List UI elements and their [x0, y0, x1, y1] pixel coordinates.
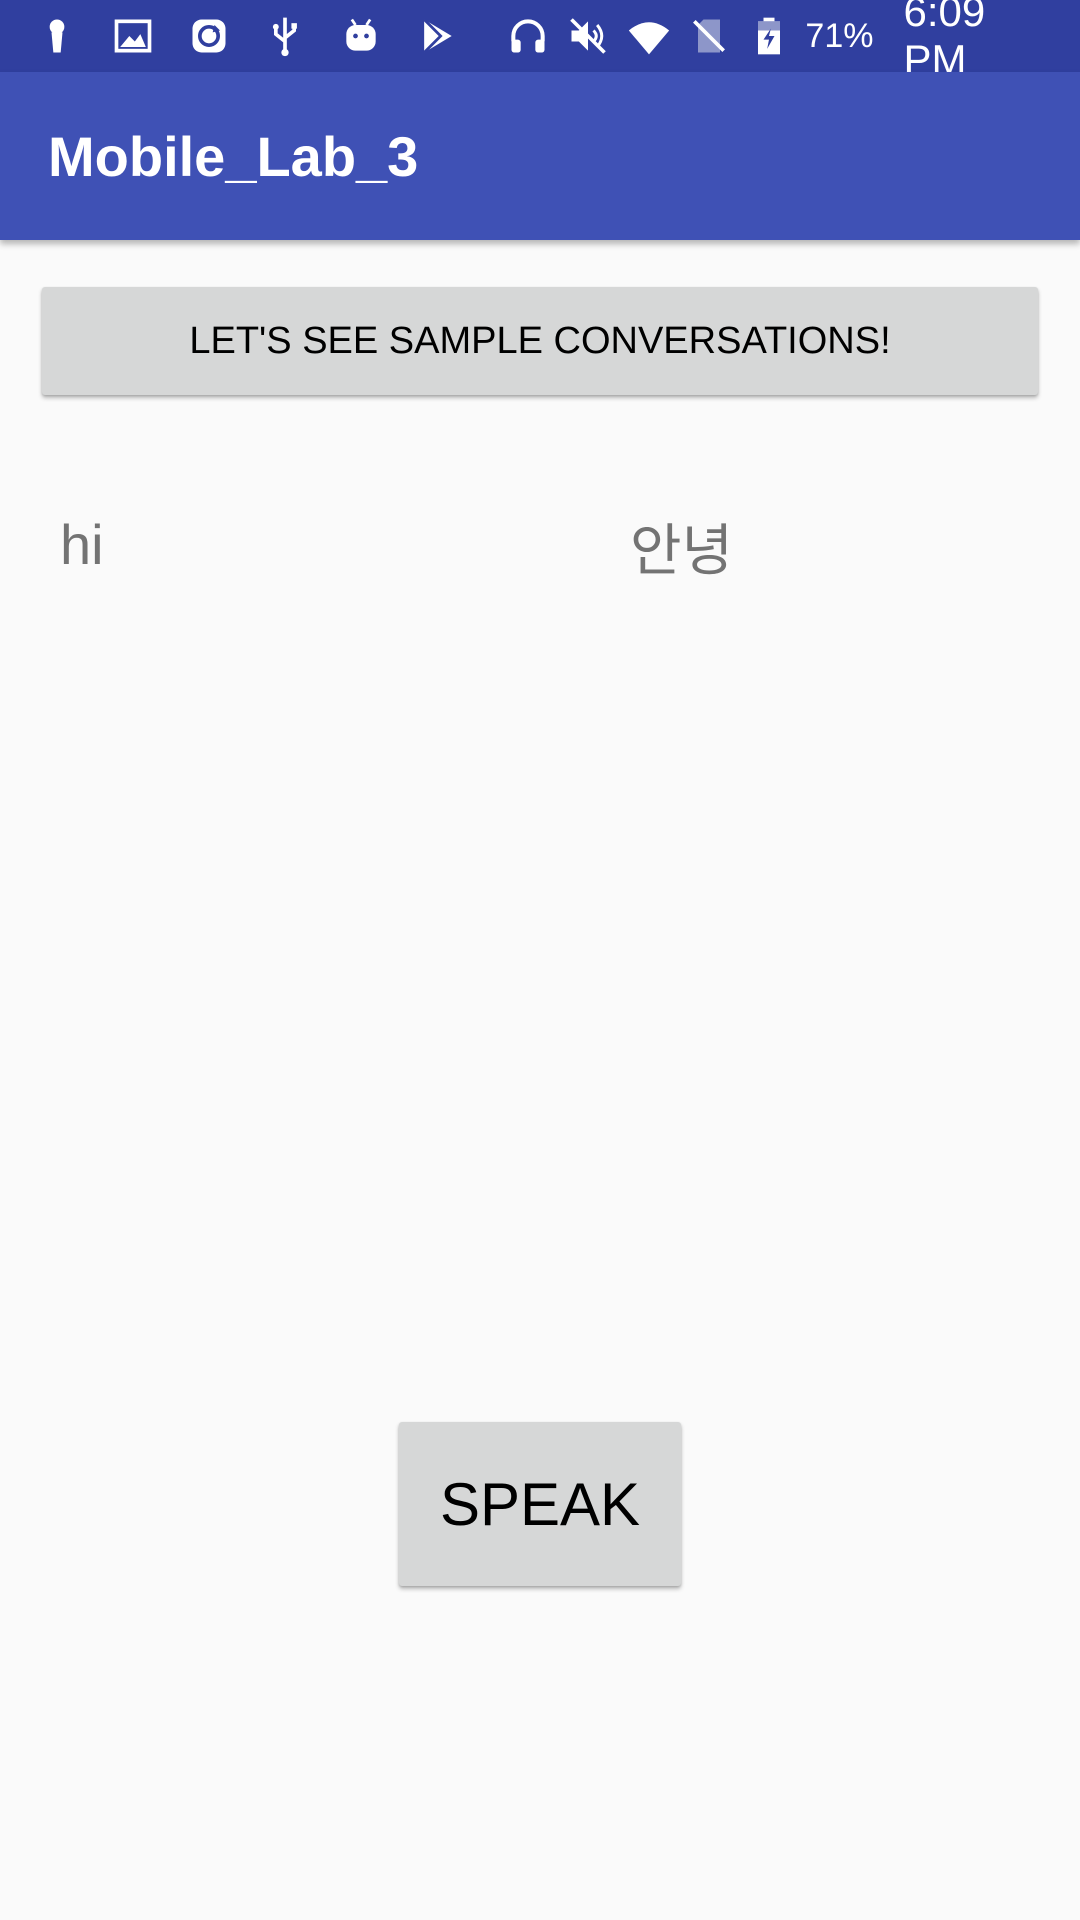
speak-button[interactable]: SPEAK	[399, 1422, 681, 1586]
battery-percentage: 71%	[805, 16, 874, 55]
status-bar: 71% 6:09 PM	[0, 0, 1080, 83]
headphones-icon	[506, 13, 550, 59]
battery-charging-icon	[747, 13, 791, 59]
status-bar-left	[34, 13, 490, 59]
sync-icon	[186, 13, 232, 59]
source-text: hi	[60, 513, 104, 576]
play-store-icon	[414, 13, 460, 59]
app-title: Mobile_Lab_3	[48, 124, 419, 188]
android-icon	[338, 13, 384, 59]
image-icon	[110, 13, 156, 59]
no-sim-icon	[687, 13, 731, 59]
mute-icon	[566, 13, 610, 59]
usb-icon	[262, 13, 308, 59]
wifi-icon	[627, 13, 671, 59]
keyhole-icon	[34, 13, 80, 59]
app-bar: Mobile_Lab_3	[0, 72, 1080, 240]
translated-text: 안녕	[630, 519, 734, 584]
sample-conversations-button[interactable]: LET'S SEE SAMPLE CONVERSATIONS!	[42, 287, 1038, 395]
